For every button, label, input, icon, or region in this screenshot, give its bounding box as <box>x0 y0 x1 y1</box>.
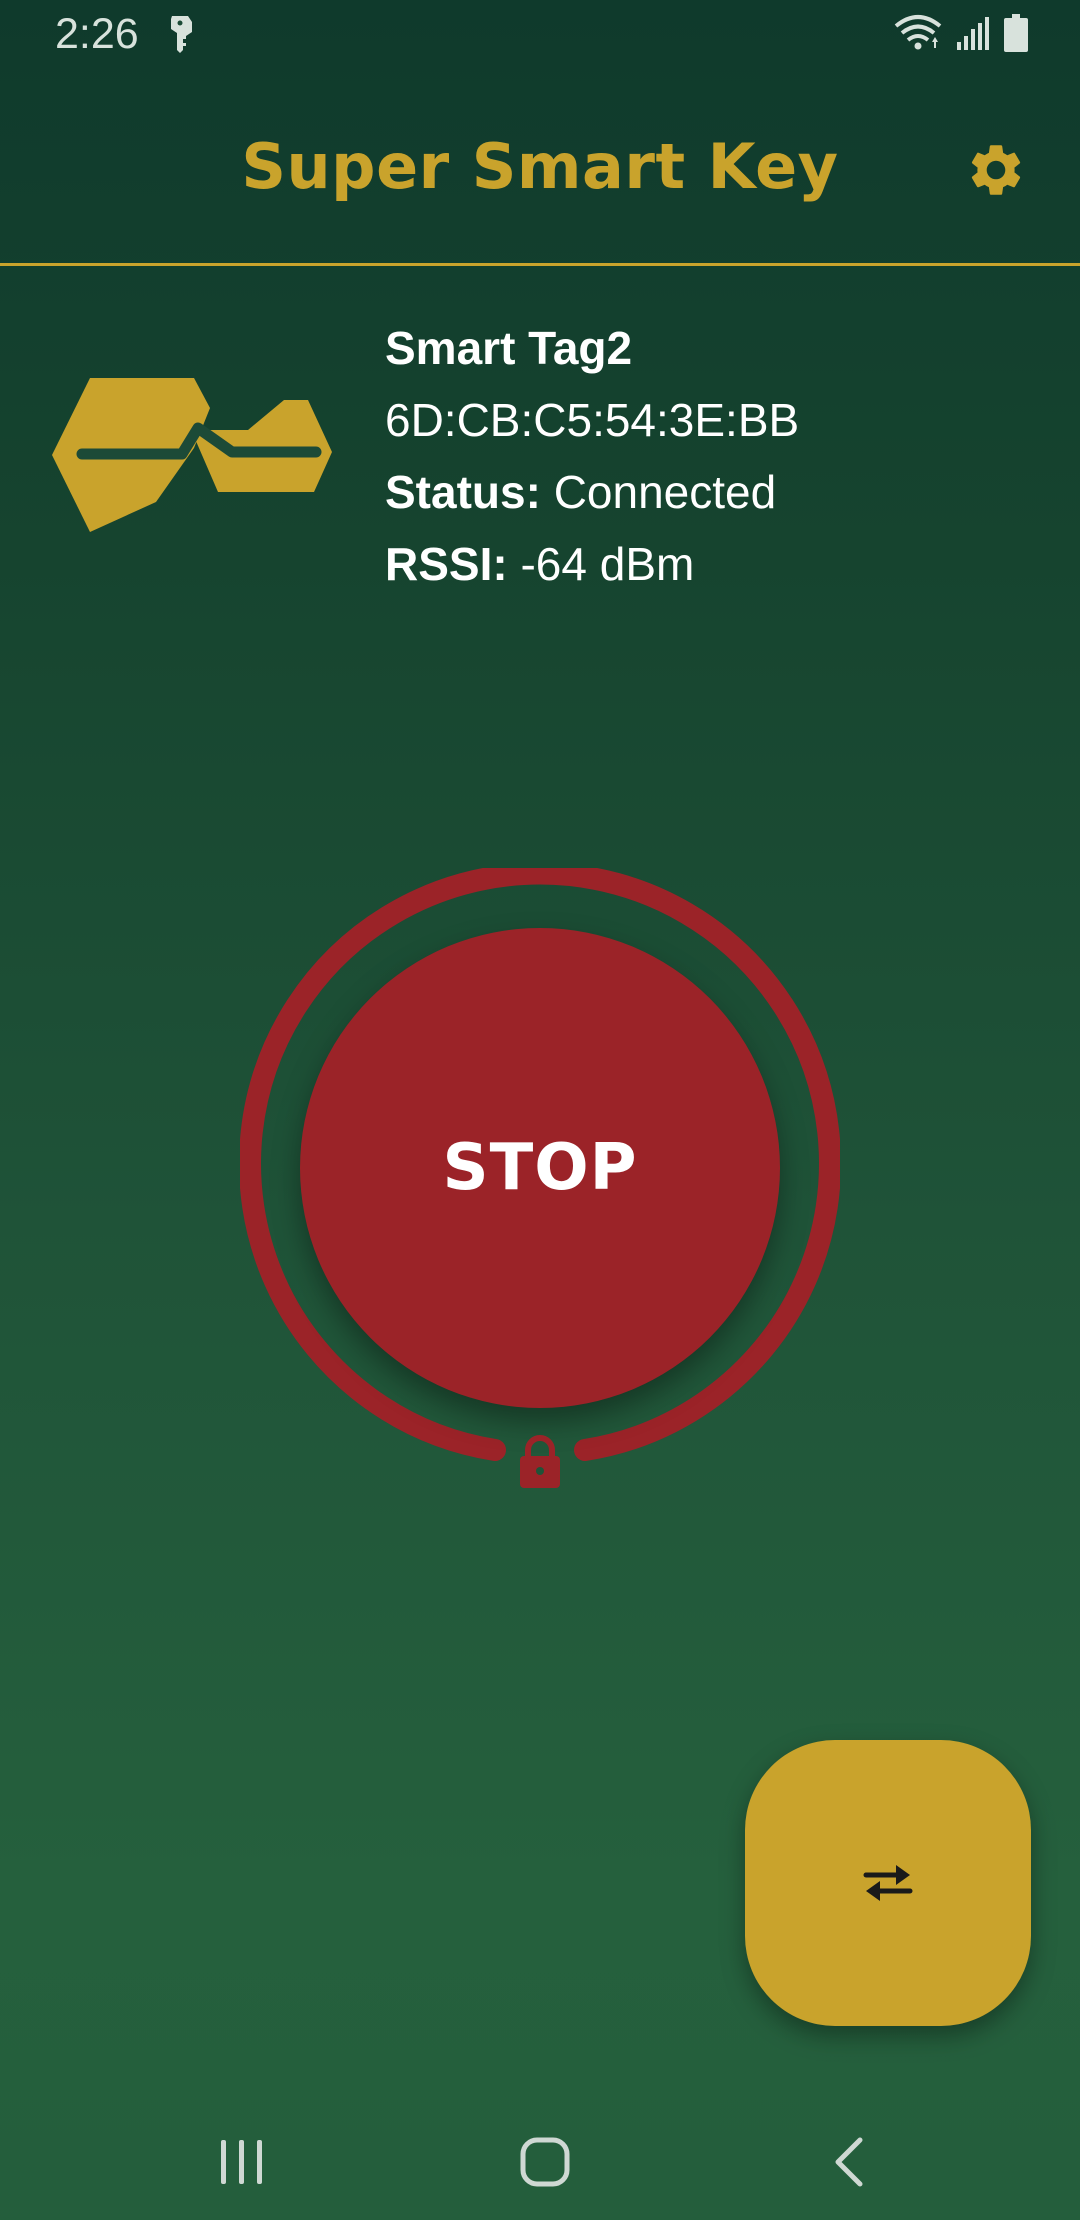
device-info: Smart Tag2 6D:CB:C5:54:3E:BB Status: Con… <box>385 312 799 600</box>
status-bar: 2:26 <box>0 0 1080 72</box>
recent-apps-icon <box>221 2140 262 2184</box>
device-mac: 6D:CB:C5:54:3E:BB <box>385 394 800 446</box>
stop-control: STOP <box>240 868 840 1488</box>
device-status: Status: Connected <box>385 456 799 528</box>
settings-button[interactable] <box>960 134 1032 206</box>
smart-key-logo-icon <box>52 378 332 532</box>
stop-label: STOP <box>442 1131 638 1205</box>
status-label: Status: <box>385 466 541 518</box>
home-icon <box>520 2137 570 2187</box>
stop-button[interactable]: STOP <box>300 928 780 1408</box>
home-button[interactable] <box>505 2122 585 2202</box>
swap-arrows-icon <box>863 1865 913 1901</box>
status-value: Connected <box>553 466 777 518</box>
device-rssi: RSSI: -64 dBm <box>385 528 799 600</box>
app-bar-divider <box>0 263 1080 266</box>
back-icon <box>835 2137 863 2187</box>
app-bar: Super Smart Key <box>0 72 1080 264</box>
gear-icon <box>971 145 1021 195</box>
rssi-label: RSSI: <box>385 538 508 590</box>
device-name: Smart Tag2 <box>385 322 633 374</box>
key-icon <box>171 16 192 53</box>
status-time: 2:26 <box>55 10 139 58</box>
wifi-icon <box>894 15 942 50</box>
system-nav-bar <box>0 2100 1080 2220</box>
lock-icon <box>520 1435 560 1488</box>
back-button[interactable] <box>808 2122 888 2202</box>
status-icons <box>894 14 1028 52</box>
swap-button[interactable] <box>745 1740 1031 2026</box>
battery-icon <box>1004 14 1028 52</box>
recent-apps-button[interactable] <box>202 2122 282 2202</box>
signal-icon <box>957 17 989 50</box>
app-title: Super Smart Key <box>241 130 839 203</box>
rssi-value: -64 dBm <box>520 538 695 590</box>
